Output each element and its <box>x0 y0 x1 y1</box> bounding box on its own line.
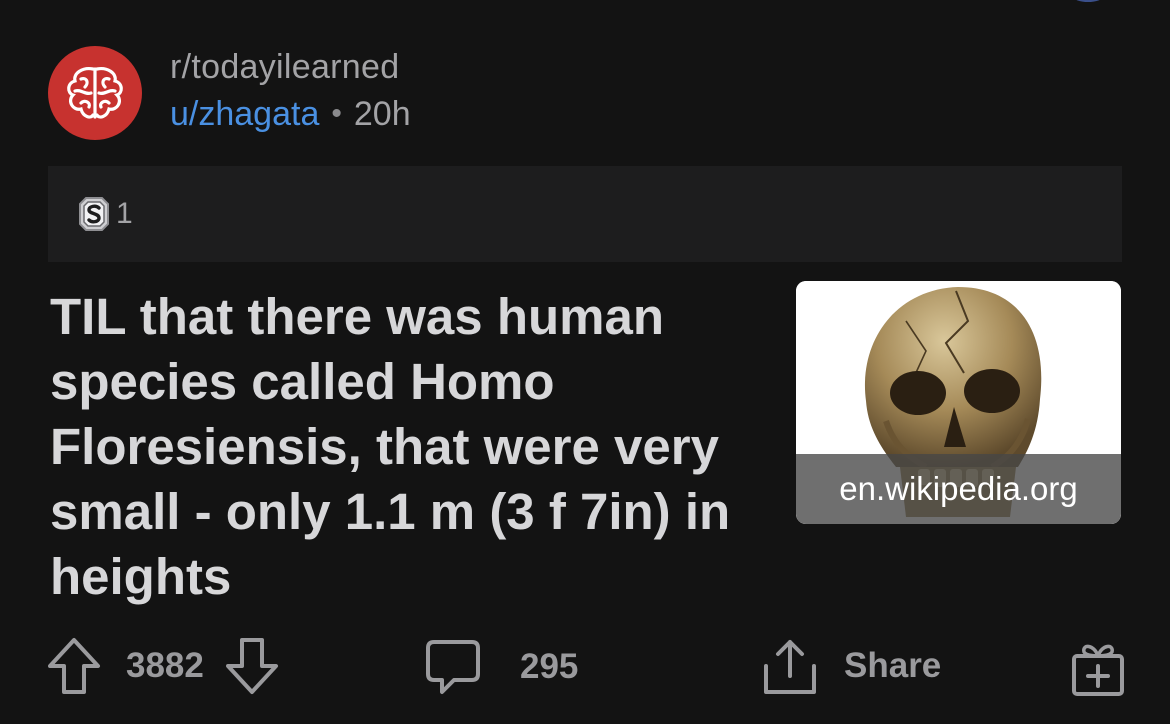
award-button[interactable] <box>1068 638 1128 698</box>
share-icon <box>764 640 816 694</box>
post-header: r/todayilearned u/zhagata • 20h <box>48 46 411 140</box>
brain-icon <box>67 67 123 119</box>
comment-count: 295 <box>520 647 579 686</box>
comments-button[interactable]: 295 <box>424 638 578 696</box>
silver-award-icon <box>79 197 109 231</box>
author-username[interactable]: u/zhagata <box>170 89 319 139</box>
link-domain: en.wikipedia.org <box>796 454 1121 524</box>
share-label: Share <box>844 646 942 685</box>
subreddit-name[interactable]: r/todayilearned <box>170 45 411 89</box>
gift-icon <box>1072 644 1124 696</box>
online-user-avatar <box>1076 0 1100 2</box>
post-card[interactable]: r/todayilearned u/zhagata • 20h 1 TIL th… <box>0 0 1170 724</box>
post-meta: u/zhagata • 20h <box>170 89 411 139</box>
vote-controls: 3882 <box>46 636 280 696</box>
vote-count: 3882 <box>126 646 204 685</box>
subreddit-icon[interactable] <box>48 46 142 140</box>
action-bar: 3882 295 Share <box>0 636 1170 706</box>
post-time: 20h <box>353 95 411 133</box>
awards-bar[interactable]: 1 <box>48 166 1122 262</box>
post-title[interactable]: TIL that there was human species called … <box>50 284 760 609</box>
link-thumbnail[interactable]: en.wikipedia.org <box>796 281 1121 524</box>
meta-separator: • <box>331 97 342 130</box>
share-button[interactable]: Share <box>760 636 941 696</box>
comment-icon <box>426 640 480 694</box>
downvote-icon[interactable] <box>224 636 280 696</box>
award-count: 1 <box>116 197 133 230</box>
upvote-icon[interactable] <box>46 636 102 696</box>
